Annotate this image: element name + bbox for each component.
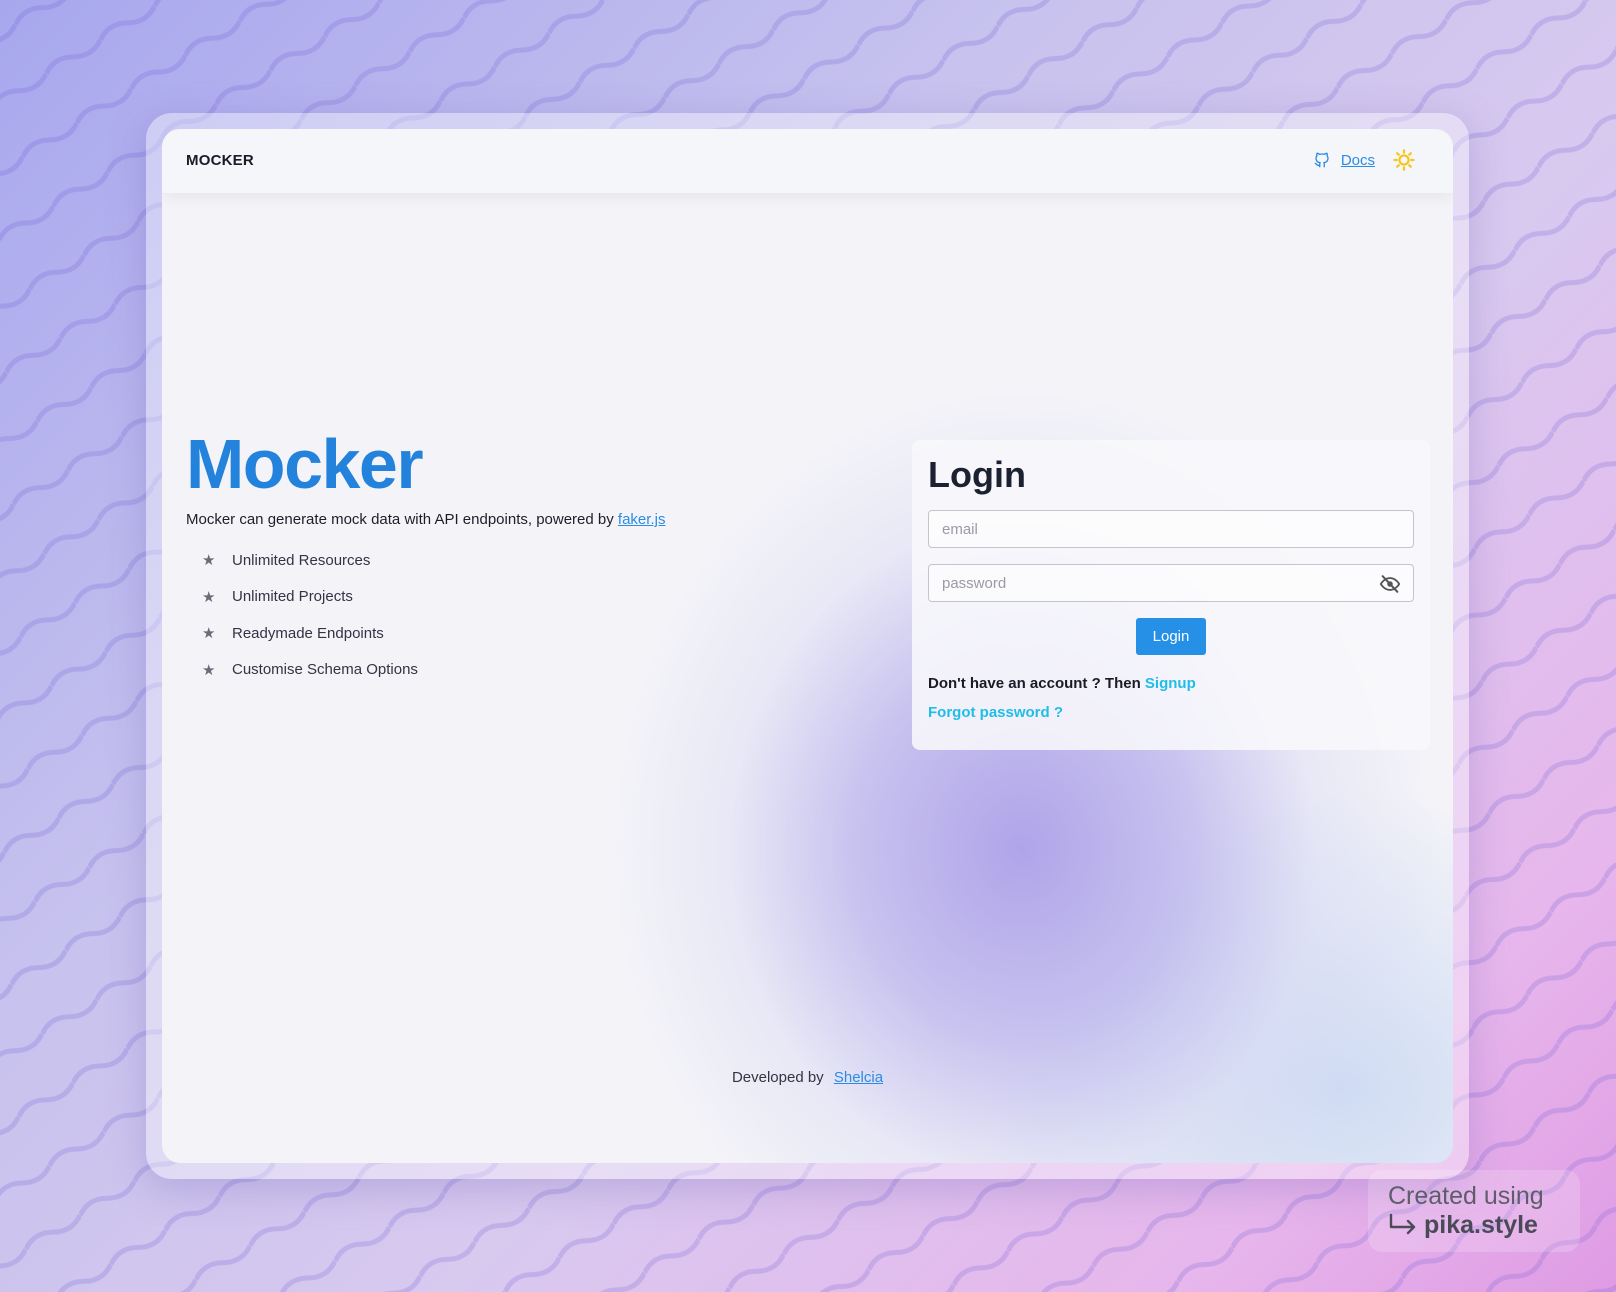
signup-prompt-text: Don't have an account ? Then [928, 675, 1145, 692]
hero-title: Mocker [186, 425, 424, 503]
feature-item: ★ Unlimited Projects [186, 579, 665, 616]
watermark-line1: Created using [1388, 1182, 1544, 1210]
star-icon: ★ [202, 661, 216, 679]
star-icon: ★ [202, 588, 216, 606]
login-button[interactable]: Login [1136, 618, 1206, 655]
navbar-actions: Docs [1313, 149, 1415, 171]
email-input[interactable] [929, 511, 1413, 547]
feature-label: Readymade Endpoints [232, 624, 384, 642]
email-field [928, 510, 1414, 548]
sun-icon[interactable] [1393, 149, 1415, 171]
brand-logo[interactable]: MOCKER [186, 152, 254, 169]
docs-link[interactable]: Docs [1341, 152, 1375, 169]
developer-link[interactable]: Shelcia [834, 1069, 883, 1086]
password-input[interactable] [929, 565, 1413, 601]
feature-item: ★ Customise Schema Options [186, 652, 665, 689]
footer: Developed by Shelcia [162, 1069, 1453, 1086]
feature-label: Customise Schema Options [232, 661, 418, 679]
signup-prompt: Don't have an account ? Then Signup [928, 675, 1414, 692]
return-arrow-icon [1389, 1213, 1416, 1235]
login-card: Login Login Don't have an account ? Then… [912, 440, 1430, 750]
star-icon: ★ [202, 552, 216, 570]
eye-off-icon[interactable] [1379, 573, 1401, 595]
feature-item: ★ Unlimited Resources [186, 542, 665, 579]
faker-js-link[interactable]: faker.js [618, 511, 666, 528]
navbar: MOCKER Docs [162, 129, 1453, 193]
login-button-row: Login [928, 618, 1414, 655]
watermark-brand: pika.style [1424, 1211, 1538, 1239]
signup-link[interactable]: Signup [1145, 675, 1196, 692]
feature-list: ★ Unlimited Resources ★ Unlimited Projec… [186, 542, 665, 688]
star-icon: ★ [202, 625, 216, 643]
github-icon[interactable] [1313, 151, 1331, 169]
feature-label: Unlimited Projects [232, 588, 353, 606]
watermark-line2: pika.style [1388, 1210, 1580, 1240]
pika-style-watermark: Created using pika.style [1368, 1170, 1580, 1252]
hero-section: Mocker Mocker can generate mock data wit… [186, 429, 665, 688]
hero-subtitle: Mocker can generate mock data with API e… [186, 511, 665, 528]
login-title: Login [928, 454, 1026, 495]
feature-item: ★ Readymade Endpoints [186, 615, 665, 652]
app-window: MOCKER Docs Mocker Mocker can generate m… [162, 129, 1453, 1163]
feature-label: Unlimited Resources [232, 551, 371, 569]
hero-subtitle-text: Mocker can generate mock data with API e… [186, 511, 618, 528]
password-field [928, 564, 1414, 602]
forgot-password-link[interactable]: Forgot password ? [928, 704, 1414, 721]
footer-text: Developed by [731, 1069, 824, 1086]
